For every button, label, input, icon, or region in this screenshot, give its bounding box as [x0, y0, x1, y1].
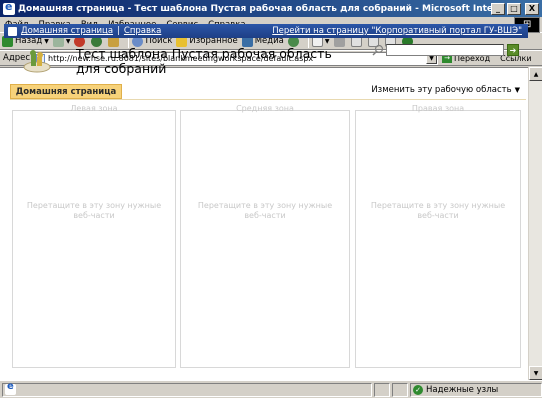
- site-logo-icon: [23, 50, 51, 73]
- tab-underline: [10, 99, 526, 100]
- forward-dropdown-icon: ▼: [65, 37, 71, 45]
- site-search-input[interactable]: [386, 44, 504, 56]
- mail-dropdown-icon: ▼: [324, 37, 330, 45]
- home-page-link[interactable]: Домашняя страница: [21, 26, 113, 36]
- edit-workspace-label: Изменить эту рабочую область: [371, 85, 512, 95]
- ie-icon: [3, 0, 15, 15]
- site-title: Тест шаблона Пустая рабочая область для …: [76, 46, 332, 76]
- window-title: Домашняя страница - Тест шаблона Пустая …: [18, 3, 491, 14]
- search-magnifier-icon: [372, 44, 384, 56]
- status-bar: ✓ Надежные узлы: [0, 380, 542, 398]
- ie-page-icon: [5, 381, 16, 395]
- web-part-zone-left[interactable]: Левая зона Перетащите в эту зону нужные …: [12, 104, 176, 368]
- edit-workspace-menu[interactable]: Изменить эту рабочую область ▼: [371, 85, 520, 95]
- chevron-down-icon: ▼: [514, 86, 520, 94]
- status-panel: [392, 382, 408, 397]
- trusted-zone-icon: ✓: [413, 384, 423, 395]
- home-page-icon: [8, 26, 17, 36]
- scroll-up-icon[interactable]: ▲: [529, 67, 542, 81]
- vertical-scrollbar[interactable]: ▲ ▼: [528, 67, 542, 380]
- close-button[interactable]: X: [525, 2, 539, 15]
- back-dropdown-icon: ▼: [44, 37, 49, 45]
- zone-message: Перетащите в эту зону нужные веб-части: [370, 201, 506, 220]
- site-top-navigation: Домашняя страница | Справка Перейти на с…: [4, 24, 528, 38]
- site-search: ➔: [372, 44, 519, 56]
- nav-separator: |: [117, 26, 120, 36]
- minimize-button[interactable]: _: [491, 2, 505, 15]
- zone-header: Правая зона: [411, 104, 465, 113]
- status-text-panel: [2, 381, 372, 397]
- maximize-button[interactable]: □: [507, 2, 521, 15]
- web-part-zone-middle[interactable]: Средняя зона Перетащите в эту зону нужны…: [180, 104, 350, 368]
- help-link[interactable]: Справка: [124, 26, 161, 36]
- web-part-zone-right[interactable]: Правая зона Перетащите в эту зону нужные…: [355, 104, 521, 368]
- tab-home-page[interactable]: Домашняя страница: [10, 84, 122, 99]
- search-go-button[interactable]: ➔: [507, 44, 519, 56]
- security-zone-text: Надежные узлы: [426, 384, 499, 395]
- security-zone-panel: ✓ Надежные узлы: [410, 382, 542, 397]
- zone-header: Левая зона: [70, 104, 118, 113]
- zone-message: Перетащите в эту зону нужные веб-части: [197, 201, 333, 220]
- goto-portal-link[interactable]: Перейти на страницу "Корпоративный порта…: [272, 26, 522, 36]
- zone-header: Средняя зона: [236, 104, 294, 113]
- window-titlebar: Домашняя страница - Тест шаблона Пустая …: [0, 0, 542, 17]
- zone-message: Перетащите в эту зону нужные веб-части: [26, 201, 162, 220]
- scroll-down-icon[interactable]: ▼: [529, 366, 542, 380]
- status-panel: [374, 382, 390, 397]
